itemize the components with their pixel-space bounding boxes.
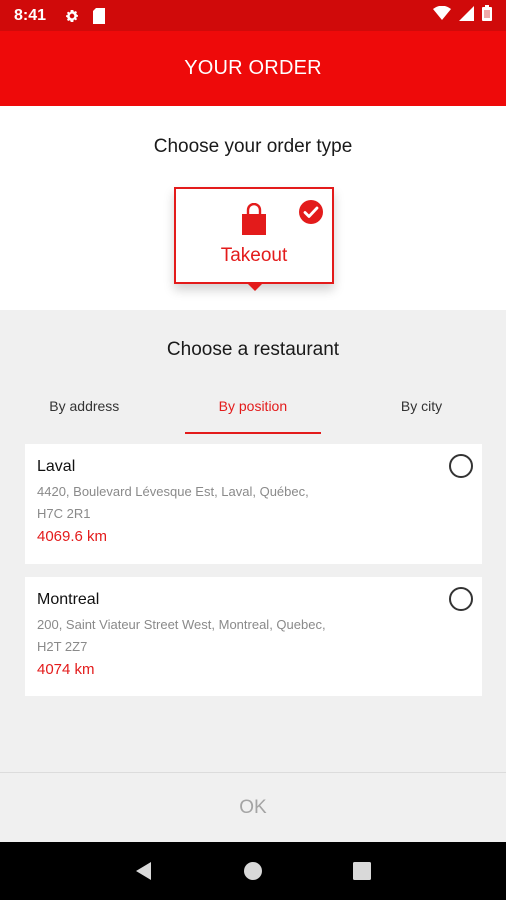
restaurant-address: 4420, Boulevard Lévesque Est, Laval, Qué… <box>37 484 309 521</box>
page-title: YOUR ORDER <box>184 57 322 79</box>
restaurant-tabs: By address By position By city <box>0 377 506 434</box>
restaurant-section: Choose a restaurant By address By positi… <box>0 310 506 772</box>
app-header: YOUR ORDER <box>0 31 506 106</box>
restaurant-item-montreal[interactable]: Montreal 200, Saint Viateur Street West,… <box>25 577 482 696</box>
restaurant-title: Choose a restaurant <box>166 339 340 360</box>
check-circle-icon <box>298 199 324 230</box>
restaurant-distance: 4074 km <box>37 661 95 678</box>
signal-icon <box>459 5 474 26</box>
wifi-icon <box>433 5 451 25</box>
tab-by-city[interactable]: By city <box>337 377 506 434</box>
takeout-option[interactable]: Takeout <box>174 187 334 291</box>
ok-button[interactable]: OK <box>219 789 286 827</box>
footer: OK <box>0 772 506 842</box>
restaurant-name: Laval <box>37 458 76 475</box>
order-type-title: Choose your order type <box>153 136 353 157</box>
restaurant-item-laval[interactable]: Laval 4420, Boulevard Lévesque Est, Lava… <box>25 444 482 564</box>
home-icon[interactable] <box>243 861 263 881</box>
shopping-bag-icon <box>241 202 267 240</box>
tab-by-position[interactable]: By position <box>169 377 338 434</box>
system-nav-bar <box>0 842 506 900</box>
back-icon[interactable] <box>134 861 154 881</box>
status-bar: 8:41 <box>0 0 506 31</box>
status-time: 8:41 <box>14 6 47 24</box>
restaurant-name: Montreal <box>37 591 100 608</box>
takeout-label: Takeout <box>220 245 288 266</box>
order-type-section: Choose your order type Takeout <box>0 106 506 310</box>
radio-button[interactable] <box>449 454 473 478</box>
sd-card-icon <box>92 7 106 24</box>
settings-icon <box>64 8 80 24</box>
battery-icon <box>482 5 492 26</box>
restaurant-address: 200, Saint Viateur Street West, Montreal… <box>37 617 326 654</box>
recents-icon[interactable] <box>352 861 372 881</box>
restaurant-distance: 4069.6 km <box>37 528 108 545</box>
radio-button[interactable] <box>449 587 473 611</box>
tab-by-address[interactable]: By address <box>0 377 169 434</box>
